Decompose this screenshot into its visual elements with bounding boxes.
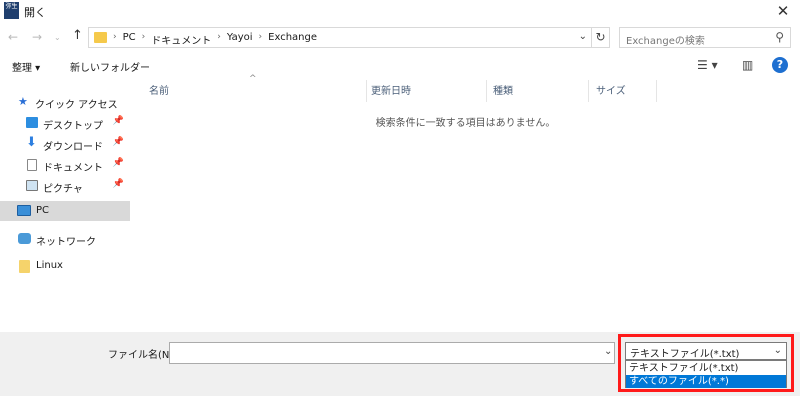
- forward-arrow-icon[interactable]: →: [32, 30, 42, 44]
- nav-item-linux[interactable]: Linux: [0, 256, 130, 276]
- empty-list-message: 検索条件に一致する項目はありません。: [375, 118, 556, 129]
- folder-icon: [94, 32, 107, 43]
- chevron-down-icon[interactable]: ⌄: [579, 31, 587, 42]
- breadcrumb-item[interactable]: Exchange: [268, 32, 317, 47]
- search-box[interactable]: Exchangeの検索 ⚲: [619, 27, 791, 48]
- navigation-pane: ★ クイック アクセス デスクトップ 📌 ⬇ ダウンロード 📌 ドキュメント 📌…: [0, 84, 130, 332]
- pin-icon[interactable]: 📌: [113, 158, 124, 168]
- filename-input[interactable]: [169, 342, 615, 364]
- file-list[interactable]: ^ 名前 更新日時 種類 サイズ 検索条件に一致する項目はありません。: [131, 74, 800, 332]
- chevron-right-icon: ›: [113, 32, 117, 42]
- chevron-right-icon: ›: [141, 32, 146, 42]
- breadcrumb: › PC › ドキュメント › Yayoi › Exchange: [113, 32, 317, 47]
- pin-icon[interactable]: 📌: [113, 116, 124, 126]
- breadcrumb-item[interactable]: Yayoi: [227, 32, 253, 47]
- pin-icon[interactable]: 📌: [113, 179, 124, 189]
- address-bar[interactable]: › PC › ドキュメント › Yayoi › Exchange ⌄: [88, 27, 592, 48]
- column-divider[interactable]: [366, 80, 367, 102]
- file-type-option-selected[interactable]: すべてのファイル(*.*): [626, 375, 786, 388]
- title-bar: 弥生 開く ✕: [0, 0, 800, 22]
- nav-item-label: デスクトップ: [43, 121, 103, 132]
- nav-item-label: Linux: [36, 260, 63, 271]
- preview-pane-icon[interactable]: ▥: [742, 58, 753, 72]
- nav-item-label: クイック アクセス: [35, 100, 118, 111]
- nav-item-label: ドキュメント: [43, 163, 103, 174]
- download-arrow-icon: ⬇: [26, 135, 37, 150]
- nav-item-label: PC: [36, 205, 50, 216]
- nav-item-label: ピクチャ: [43, 184, 83, 195]
- organize-button[interactable]: 整理 ▾: [12, 59, 40, 74]
- recent-locations-chevron-icon[interactable]: ⌄: [54, 33, 61, 42]
- back-arrow-icon[interactable]: ←: [8, 30, 18, 44]
- column-header-type[interactable]: 種類: [493, 82, 513, 102]
- up-arrow-icon[interactable]: ↑: [72, 28, 83, 43]
- column-header-modified[interactable]: 更新日時: [371, 82, 411, 102]
- nav-item-pictures[interactable]: ピクチャ 📌: [0, 176, 130, 196]
- command-bar: 整理 ▾ 新しいフォルダー ☰ ▾ ▥ ?: [0, 56, 800, 76]
- chevron-right-icon: ›: [217, 32, 221, 42]
- search-input[interactable]: Exchangeの検索: [626, 32, 705, 47]
- address-row: ← → ⌄ ↑ › PC › ドキュメント › Yayoi › Exchange…: [0, 26, 800, 50]
- file-type-selected: テキストファイル(*.txt): [630, 349, 740, 360]
- view-options-icon[interactable]: ☰ ▾: [697, 58, 718, 72]
- chevron-down-icon[interactable]: ⌄: [774, 345, 782, 356]
- open-file-dialog: 弥生 開く ✕ ← → ⌄ ↑ › PC › ドキュメント › Yayoi › …: [0, 0, 800, 396]
- column-divider[interactable]: [656, 80, 657, 102]
- folder-icon: [19, 260, 30, 273]
- pin-icon[interactable]: 📌: [113, 137, 124, 147]
- nav-item-documents[interactable]: ドキュメント 📌: [0, 155, 130, 175]
- nav-item-downloads[interactable]: ⬇ ダウンロード 📌: [0, 134, 130, 154]
- refresh-icon[interactable]: ↻: [592, 27, 610, 48]
- document-icon: [27, 159, 37, 171]
- nav-item-quick-access[interactable]: ★ クイック アクセス: [0, 92, 130, 112]
- desktop-icon: [26, 117, 38, 128]
- filename-label: ファイル名(N):: [108, 350, 177, 361]
- picture-icon: [26, 180, 38, 191]
- breadcrumb-item[interactable]: PC: [123, 32, 136, 47]
- nav-item-pc[interactable]: PC: [0, 201, 130, 221]
- computer-icon: [17, 205, 31, 216]
- app-icon: 弥生: [4, 2, 19, 19]
- search-icon[interactable]: ⚲: [775, 30, 784, 44]
- nav-item-label: ダウンロード: [43, 142, 103, 153]
- new-folder-button[interactable]: 新しいフォルダー: [70, 59, 150, 74]
- chevron-right-icon: ›: [258, 32, 263, 42]
- file-type-select[interactable]: テキストファイル(*.txt) ⌄: [625, 342, 787, 360]
- column-header-size[interactable]: サイズ: [596, 82, 626, 102]
- column-header-name[interactable]: 名前: [149, 82, 169, 102]
- network-icon: [18, 233, 31, 244]
- column-divider[interactable]: [588, 80, 589, 102]
- breadcrumb-item[interactable]: ドキュメント: [151, 32, 211, 47]
- file-type-option[interactable]: テキストファイル(*.txt): [626, 362, 786, 375]
- help-icon[interactable]: ?: [772, 57, 788, 73]
- star-icon: ★: [18, 95, 28, 108]
- nav-item-label: ネットワーク: [36, 237, 96, 248]
- file-type-options: テキストファイル(*.txt) すべてのファイル(*.*): [625, 360, 787, 388]
- nav-item-desktop[interactable]: デスクトップ 📌: [0, 113, 130, 133]
- window-title: 開く: [24, 6, 46, 19]
- column-divider[interactable]: [486, 80, 487, 102]
- nav-item-network[interactable]: ネットワーク: [0, 229, 130, 249]
- close-icon[interactable]: ✕: [772, 1, 794, 21]
- sort-ascending-icon: ^: [249, 74, 257, 84]
